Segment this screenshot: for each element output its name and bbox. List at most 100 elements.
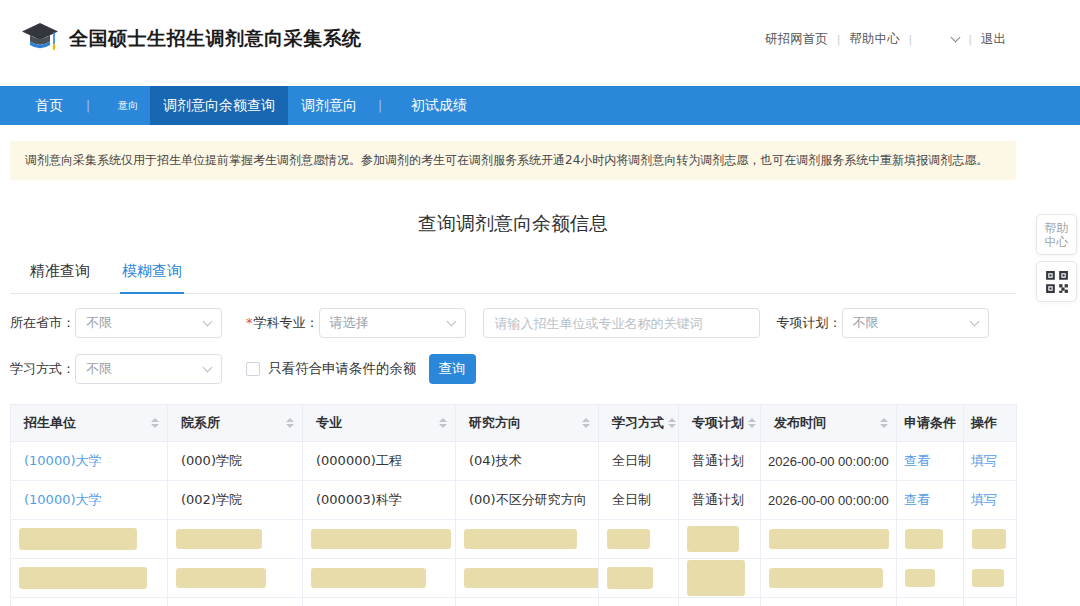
plan-cell: 普通计划 [679, 481, 761, 520]
table-header-row: 招生单位 院系所 专业 研究方向 学习方式 专项计划 发布时间 申请条件 操作 [11, 405, 1017, 442]
view-condition-link[interactable]: 查看 [904, 453, 930, 468]
redacted-cell [769, 529, 889, 549]
col-header-direction[interactable]: 研究方向 [456, 405, 599, 442]
query-tabs: 精准查询 模糊查询 [10, 264, 1016, 294]
keyword-input[interactable] [483, 308, 760, 338]
col-header-major[interactable]: 专业 [303, 405, 456, 442]
study-mode-select[interactable]: 不限 [75, 354, 222, 384]
separator: | [968, 33, 972, 46]
nav-exam-score[interactable]: 初试成绩 [382, 86, 490, 125]
tab-fuzzy-query[interactable]: 模糊查询 [120, 264, 184, 294]
app-logo: 全国硕士生招生调剂意向采集系统 [20, 21, 362, 57]
subject-label: *学科专业： [246, 314, 319, 332]
publish-time-cell: 2026-00-00 00:00:00 [761, 481, 897, 520]
tab-precise-query[interactable]: 精准查询 [28, 264, 92, 293]
publish-time-cell: 2026-00-00 00:00:00 [761, 442, 897, 481]
unit-link[interactable]: (10000)大学 [24, 492, 102, 507]
dept-cell: (002)学院 [168, 481, 303, 520]
province-label: 所在省市： [10, 314, 75, 332]
link-logout[interactable]: 退出 [981, 31, 1006, 48]
nav-intent-small[interactable]: 意向 [90, 86, 150, 125]
col-header-study[interactable]: 学习方式 [599, 405, 679, 442]
view-condition-link[interactable]: 查看 [904, 492, 930, 507]
redacted-cell [607, 529, 650, 549]
chevron-down-icon [446, 316, 456, 326]
chevron-down-icon [203, 362, 213, 372]
sort-icon[interactable] [582, 418, 590, 428]
table-row-redacted [11, 559, 1017, 598]
table-row [11, 598, 1017, 606]
plan-label: 专项计划： [777, 314, 842, 332]
sort-icon[interactable] [668, 418, 676, 428]
subject-select[interactable]: 请选择 [319, 308, 466, 338]
redacted-cell [905, 529, 943, 549]
app-title: 全国硕士生招生调剂意向采集系统 [69, 26, 362, 52]
table-row-redacted [11, 520, 1017, 559]
search-button[interactable]: 查询 [429, 354, 476, 384]
help-center-label: 帮助中心 [1044, 221, 1070, 249]
major-cell: (000003)科学 [303, 481, 456, 520]
redacted-cell [769, 568, 883, 588]
chevron-down-icon [203, 316, 213, 326]
redacted-cell [311, 568, 426, 588]
redacted-cell [311, 529, 451, 549]
sort-icon[interactable] [748, 418, 756, 428]
float-help-center-button[interactable]: 帮助中心 [1036, 214, 1077, 255]
redacted-cell [464, 529, 577, 549]
province-select[interactable]: 不限 [75, 308, 222, 338]
filter-form: 所在省市： 不限 *学科专业： 请选择 专项计划： 不限 学习方式： 不限 [10, 308, 1016, 384]
col-header-publish-time[interactable]: 发布时间 [761, 405, 897, 442]
col-header-dept[interactable]: 院系所 [168, 405, 303, 442]
filter-row-1: 所在省市： 不限 *学科专业： 请选择 专项计划： 不限 [10, 308, 1016, 338]
study-cell: 全日制 [599, 481, 679, 520]
nav-balance-query[interactable]: 调剂意向余额查询 [150, 86, 288, 125]
only-eligible-label[interactable]: 只看符合申请条件的余额 [268, 360, 417, 378]
dept-cell: (000)学院 [168, 442, 303, 481]
page-title: 查询调剂意向余额信息 [10, 210, 1016, 236]
sort-icon[interactable] [151, 418, 159, 428]
redacted-cell [972, 569, 1004, 587]
col-header-action: 操作 [964, 405, 1017, 442]
float-qr-code-button[interactable] [1036, 261, 1077, 302]
required-asterisk: * [246, 315, 253, 330]
sort-icon[interactable] [286, 418, 294, 428]
redacted-cell [905, 569, 935, 587]
user-menu-chevron-down-icon[interactable] [951, 33, 961, 43]
redacted-cell [464, 568, 599, 588]
redacted-cell [607, 567, 653, 589]
subject-select-value: 请选择 [330, 314, 369, 332]
results-table: 招生单位 院系所 专业 研究方向 学习方式 专项计划 发布时间 申请条件 操作 … [10, 404, 1017, 606]
direction-cell: (04)技术 [456, 442, 599, 481]
major-cell: (000000)工程 [303, 442, 456, 481]
province-select-value: 不限 [86, 314, 112, 332]
separator: | [837, 33, 841, 46]
nav-intent[interactable]: 调剂意向 [288, 86, 378, 125]
col-header-unit[interactable]: 招生单位 [11, 405, 168, 442]
separator: | [909, 33, 913, 46]
table-row: (10000)大学 (000)学院 (000000)工程 (04)技术 全日制 … [11, 442, 1017, 481]
sort-icon[interactable] [880, 418, 888, 428]
plan-cell: 普通计划 [679, 442, 761, 481]
study-mode-label: 学习方式： [10, 360, 75, 378]
fill-link[interactable]: 填写 [971, 492, 997, 507]
main-content: 调剂意向采集系统仅用于招生单位提前掌握考生调剂意愿情况。参加调剂的考生可在调剂服… [10, 141, 1016, 606]
main-nav: 首页 | 意向 调剂意向余额查询 调剂意向 | 初试成绩 [0, 86, 1080, 125]
plan-select[interactable]: 不限 [842, 308, 989, 338]
col-header-condition: 申请条件 [897, 405, 964, 442]
nav-home[interactable]: 首页 [12, 86, 86, 125]
only-eligible-checkbox[interactable] [246, 362, 260, 376]
redacted-cell [176, 529, 262, 549]
unit-link[interactable]: (10000)大学 [24, 453, 102, 468]
redacted-cell [176, 568, 266, 588]
sort-icon[interactable] [439, 418, 447, 428]
link-help-center[interactable]: 帮助中心 [850, 31, 900, 48]
table-row: (10000)大学 (002)学院 (000003)科学 (00)不区分研究方向… [11, 481, 1017, 520]
study-cell: 全日制 [599, 442, 679, 481]
fill-link[interactable]: 填写 [971, 453, 997, 468]
link-yanzhao-home[interactable]: 研招网首页 [765, 31, 828, 48]
chevron-down-icon [969, 316, 979, 326]
top-header: 全国硕士生招生调剂意向采集系统 研招网首页 | 帮助中心 | | 退出 [0, 0, 1080, 86]
header-links: 研招网首页 | 帮助中心 | | 退出 [765, 31, 1006, 48]
col-header-plan[interactable]: 专项计划 [679, 405, 761, 442]
direction-cell: (00)不区分研究方向 [456, 481, 599, 520]
